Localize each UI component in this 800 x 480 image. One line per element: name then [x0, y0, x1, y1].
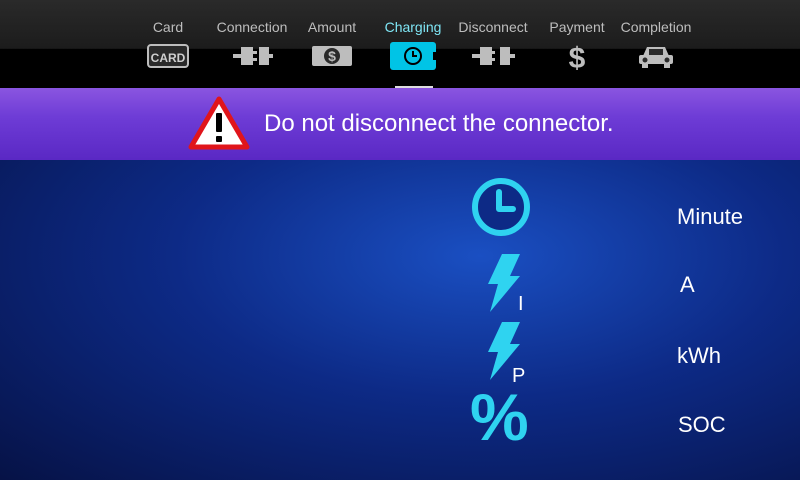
- warning-icon: [188, 96, 250, 150]
- step-disconnect: Disconnect: [453, 18, 533, 70]
- svg-text:I: I: [518, 293, 524, 315]
- step-amount: Amount $: [292, 18, 372, 70]
- energy-unit: kWh: [677, 343, 721, 368]
- warning-banner: Do not disconnect the connector.: [0, 88, 800, 160]
- plug-icon: [233, 47, 273, 65]
- step-label: Disconnect: [458, 19, 528, 35]
- clock-icon: [472, 178, 530, 236]
- step-label: Charging: [384, 19, 442, 35]
- step-list: Card CARD Connection Amount $ Charging D…: [135, 18, 715, 88]
- step-label: Connection: [216, 19, 288, 35]
- warning-message: Do not disconnect the connector.: [264, 110, 614, 137]
- step-connection: Connection: [212, 18, 292, 70]
- time-unit: Minute: [677, 204, 744, 229]
- car-icon: [639, 47, 673, 68]
- step-card: Card CARD: [128, 18, 208, 70]
- step-label: Amount: [307, 19, 357, 35]
- svg-text:$: $: [569, 42, 586, 70]
- unplug-icon: [472, 47, 515, 65]
- soc-unit: SOC: [678, 412, 726, 437]
- money-icon: $: [312, 46, 352, 66]
- percent-icon: %: [470, 380, 529, 454]
- step-payment: Payment $: [537, 18, 617, 70]
- progress-bar: Card CARD Connection Amount $ Charging D…: [0, 0, 800, 88]
- charging-status-panel: Minute I A P kWh % SOC: [0, 160, 800, 480]
- svg-text:$: $: [328, 48, 336, 64]
- clock-battery-icon: [390, 42, 436, 70]
- svg-text:CARD: CARD: [151, 51, 186, 65]
- power-icon: P: [488, 322, 525, 386]
- step-label: Card: [152, 19, 184, 35]
- current-icon: I: [488, 254, 524, 315]
- step-label: Payment: [549, 19, 605, 35]
- dollar-icon: $: [569, 42, 586, 70]
- step-completion: Completion: [616, 18, 696, 70]
- step-charging: Charging: [373, 18, 453, 70]
- step-label: Completion: [620, 19, 692, 35]
- current-unit: A: [680, 272, 695, 297]
- card-icon: CARD: [147, 44, 189, 68]
